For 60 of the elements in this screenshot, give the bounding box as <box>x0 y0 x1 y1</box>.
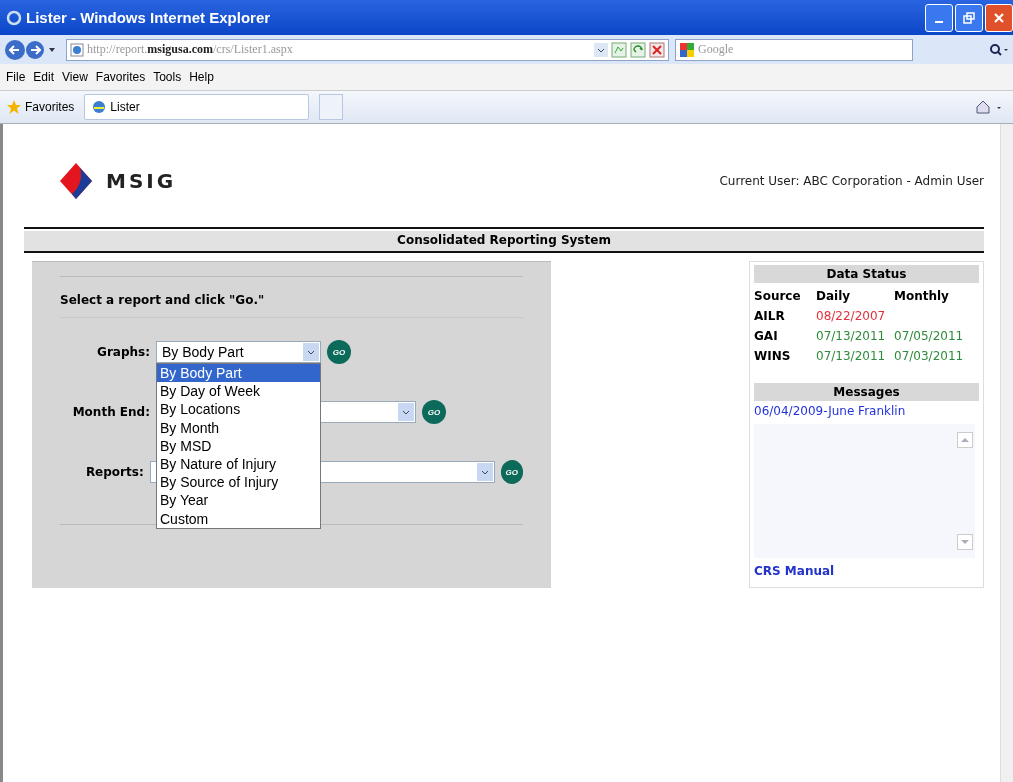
date-cell-text: 07/13/2011 <box>816 329 887 343</box>
menu-item[interactable]: File <box>6 70 26 84</box>
refresh-icon[interactable] <box>630 41 646 58</box>
minimize-button[interactable] <box>925 3 953 32</box>
favorites-button[interactable]: Favorites <box>6 99 75 115</box>
dropdown-option[interactable]: By Nature of Injury <box>157 455 320 474</box>
browser-logo-icon <box>6 9 22 26</box>
menu-item[interactable]: Help <box>189 70 214 84</box>
column-header: Source <box>754 289 802 303</box>
dropdown-option[interactable]: By Body Part <box>157 364 320 383</box>
page-icon <box>70 42 84 57</box>
message-link[interactable]: 06/04/2009-June Franklin <box>754 404 979 418</box>
dropdown-option[interactable]: By Locations <box>157 400 320 419</box>
section-header: Messages <box>754 383 979 401</box>
scrollbar[interactable] <box>1000 124 1013 782</box>
window-title: Lister - Windows Internet Explorer <box>26 9 271 26</box>
close-button[interactable] <box>985 3 1013 32</box>
column-header: Daily <box>816 289 852 303</box>
dropdown-caret-icon[interactable] <box>594 42 608 57</box>
field-label: Graphs: <box>96 345 150 359</box>
field-label: Reports: <box>84 465 144 479</box>
page-icon <box>91 99 108 115</box>
restore-icon <box>963 11 975 24</box>
search-engine-icon <box>679 41 695 58</box>
dropdown-option[interactable]: Custom <box>157 509 320 528</box>
system-title-bar: Consolidated Reporting System <box>24 227 984 253</box>
column-header: Monthly <box>894 289 950 303</box>
dropdown-option[interactable]: By MSD <box>157 436 320 455</box>
restore-button[interactable] <box>955 3 983 32</box>
date-cell-text: 08/22/2007 <box>816 309 887 323</box>
star-icon <box>6 99 22 115</box>
source-cell-text: WINS <box>754 349 792 363</box>
close-icon <box>993 11 1005 24</box>
section-header: Data Status <box>754 265 979 283</box>
dropdown-option[interactable]: By Year <box>157 491 320 510</box>
date-cell-text: 07/03/2011 <box>894 349 965 363</box>
manual-link[interactable]: CRS Manual <box>754 564 979 578</box>
field-label: Month End: <box>71 405 150 419</box>
dropdown-option[interactable]: By Month <box>157 418 320 437</box>
go-button[interactable]: GO <box>500 460 523 484</box>
go-button[interactable]: GO <box>327 340 351 364</box>
browser-tab[interactable]: Lister <box>84 94 310 120</box>
address-field[interactable]: http://report.msigusa.com/crs/Lister1.aspx <box>66 38 669 61</box>
logo: MSIG <box>44 151 189 211</box>
dropdown-field[interactable]: By Body Part <box>156 341 321 363</box>
go-button[interactable]: GO <box>422 400 446 424</box>
dropdown-option[interactable]: By Source of Injury <box>157 473 320 492</box>
menu-item[interactable]: View <box>62 70 88 84</box>
menu-item[interactable]: Favorites <box>95 70 146 84</box>
source-cell-text: GAI <box>754 329 779 343</box>
instruction-text: Select a report and click "Go." <box>60 276 523 318</box>
menu-item[interactable]: Edit <box>33 70 55 84</box>
date-cell-text: 07/13/2011 <box>816 349 887 363</box>
menu-item[interactable]: Tools <box>153 70 182 84</box>
minimize-icon <box>935 20 943 23</box>
current-user-text: Current User: ABC Corporation - Admin User <box>719 174 984 188</box>
stop-icon[interactable] <box>649 41 665 58</box>
date-cell-text: 07/05/2011 <box>894 329 965 343</box>
dropdown-option[interactable]: By Day of Week <box>157 382 320 401</box>
source-cell-text: AILR <box>754 309 786 323</box>
